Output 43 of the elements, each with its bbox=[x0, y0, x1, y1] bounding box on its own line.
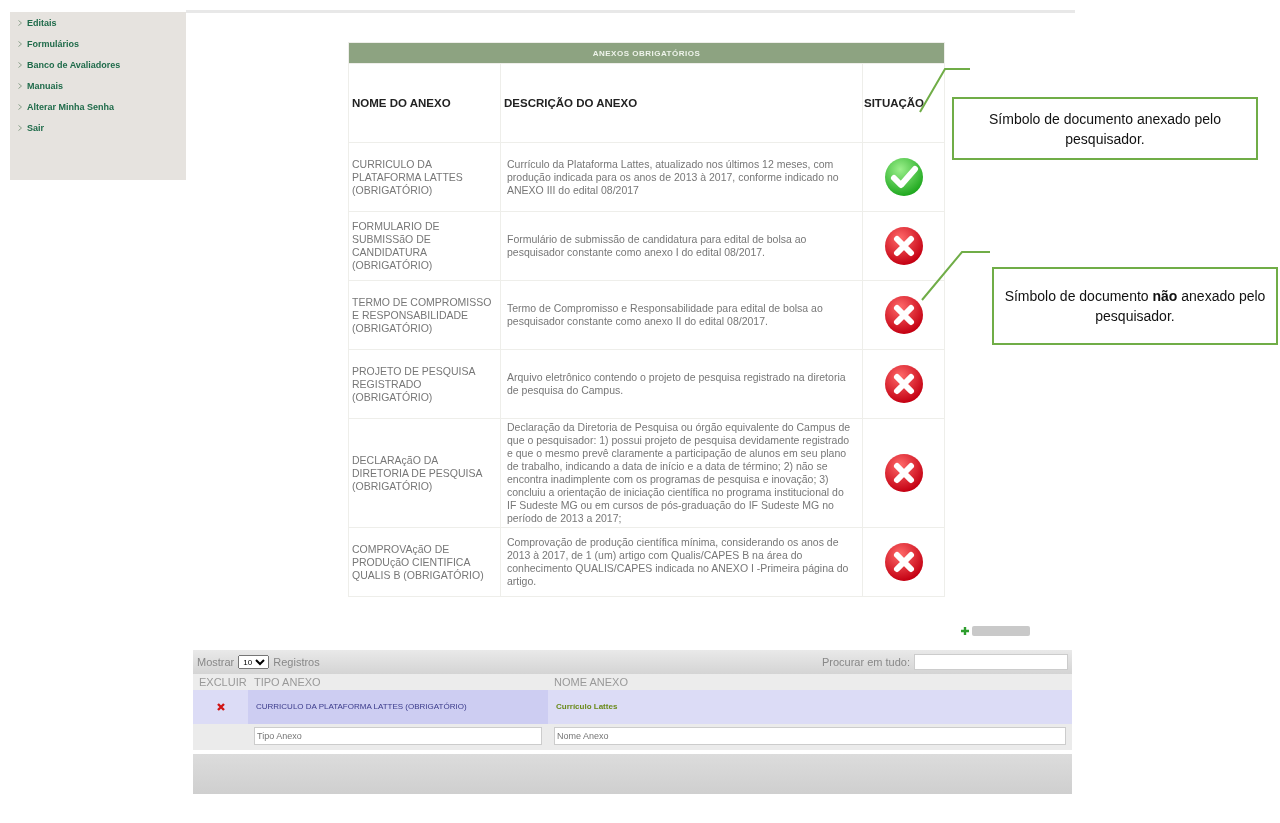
annex-name: DECLARAçãO DA DIRETORIA DE PESQUISA (OBRIGATÓRIO) bbox=[348, 418, 501, 528]
leader-line bbox=[921, 251, 991, 301]
sidebar-item[interactable]: Alterar Minha Senha bbox=[27, 102, 115, 112]
bullet-icon bbox=[18, 41, 22, 47]
column-header: SITUAÇÃO bbox=[862, 63, 945, 143]
annex-name: FORMULARIO DE SUBMISSãO DE CANDIDATURA (OBRIGATÓRIO) bbox=[348, 211, 501, 281]
page-size-select[interactable]: 10 bbox=[238, 655, 270, 669]
sidebar-item[interactable]: Sair bbox=[27, 123, 44, 133]
annex-description: Declaração da Diretoria de Pesquisa ou órgão equivalente do Campus de que o pesquisador: 1) possui projeto de pesquisa devidamente registrado e que o mesmo prevê claramente a participação de alunos em seu plano de trabalho, indicando a data de início e a data de término; 2) não se encontra inadimplente com os programas de pesquisa e inovação; 3) concluiu a orientação de iniciação científica no programa institucional do IF Sudeste MG ou em cursos de pós-graduação do IF Sudeste MG no período de 2013 a 2017; bbox=[500, 418, 863, 528]
annex-name: TERMO DE COMPROMISSO E RESPONSABILIDADE (OBRIGATÓRIO) bbox=[348, 280, 501, 350]
bullet-icon bbox=[18, 104, 22, 110]
column-header: DESCRIÇÃO DO ANEXO bbox=[500, 63, 863, 143]
column-header: NOME DO ANEXO bbox=[348, 63, 501, 143]
search-label: Procurar em tudo: bbox=[821, 656, 910, 668]
sidebar-item[interactable]: Banco de Avaliadores bbox=[27, 60, 121, 70]
records-label: Registros bbox=[273, 656, 320, 668]
delete-icon[interactable] bbox=[215, 702, 226, 712]
table-cell: Currículo Lattes bbox=[548, 690, 1072, 724]
sidebar-item[interactable]: Formulários bbox=[27, 39, 79, 49]
plus-icon bbox=[960, 626, 970, 636]
annex-description: Termo de Compromisso e Responsabilidade para edital de bolsa ao pesquisador constante como anexo II do edital 08/2017. bbox=[500, 280, 863, 350]
bullet-icon bbox=[18, 62, 22, 68]
annex-name: COMPROVAçãO DE PRODUçãO CIENTIFICA QUALIS B (OBRIGATÓRIO) bbox=[348, 527, 501, 597]
annex-description: Arquivo eletrônico contendo o projeto de pesquisa registrado na diretoria de pesquisa do Campus. bbox=[500, 349, 863, 419]
sidebar-item[interactable]: Editais bbox=[27, 18, 57, 28]
annex-description: Currículo da Plataforma Lattes, atualizado nos últimos 12 meses, com produção indicada para os anos de 2013 à 2017, conforme indicado no ANEXO III do edital 08/2017 bbox=[500, 142, 863, 212]
callout-box: Símbolo de documento anexado pelo pesquisador. bbox=[952, 97, 1258, 160]
bullet-icon bbox=[18, 125, 22, 131]
search-field[interactable] bbox=[914, 654, 1068, 670]
bullet-icon bbox=[18, 83, 22, 89]
annex-description: Formulário de submissão de candidatura para edital de bolsa ao pesquisador constante como anexo I do edital 08/2017. bbox=[500, 211, 863, 281]
add-button[interactable] bbox=[960, 624, 1030, 638]
filter-field[interactable]: Tipo Anexo bbox=[254, 727, 542, 745]
annex-name: CURRICULO DA PLATAFORMA LATTES (OBRIGATÓRIO) bbox=[348, 142, 501, 212]
callout-box: Símbolo de documento não anexado pelo pesquisador. bbox=[992, 267, 1278, 345]
filter-field[interactable]: Nome Anexo bbox=[554, 727, 1066, 745]
sidebar-item[interactable]: Manuais bbox=[27, 81, 63, 91]
table-title: ANEXOS OBRIGATÓRIOS bbox=[348, 42, 945, 64]
show-label: Mostrar bbox=[197, 656, 235, 668]
annex-description: Comprovação de produção científica mínima, considerando os anos de 2013 à 2017, de 1 (um) artigo com Qualis/CAPES B na área do conhecimento QUALIS/CAPES indicada no ANEXO I -Primeira página do artigo. bbox=[500, 527, 863, 597]
table-cell: CURRICULO DA PLATAFORMA LATTES (OBRIGATÓRIO) bbox=[248, 690, 548, 724]
bullet-icon bbox=[18, 20, 22, 26]
annex-name: PROJETO DE PESQUISA REGISTRADO (OBRIGATÓRIO) bbox=[348, 349, 501, 419]
